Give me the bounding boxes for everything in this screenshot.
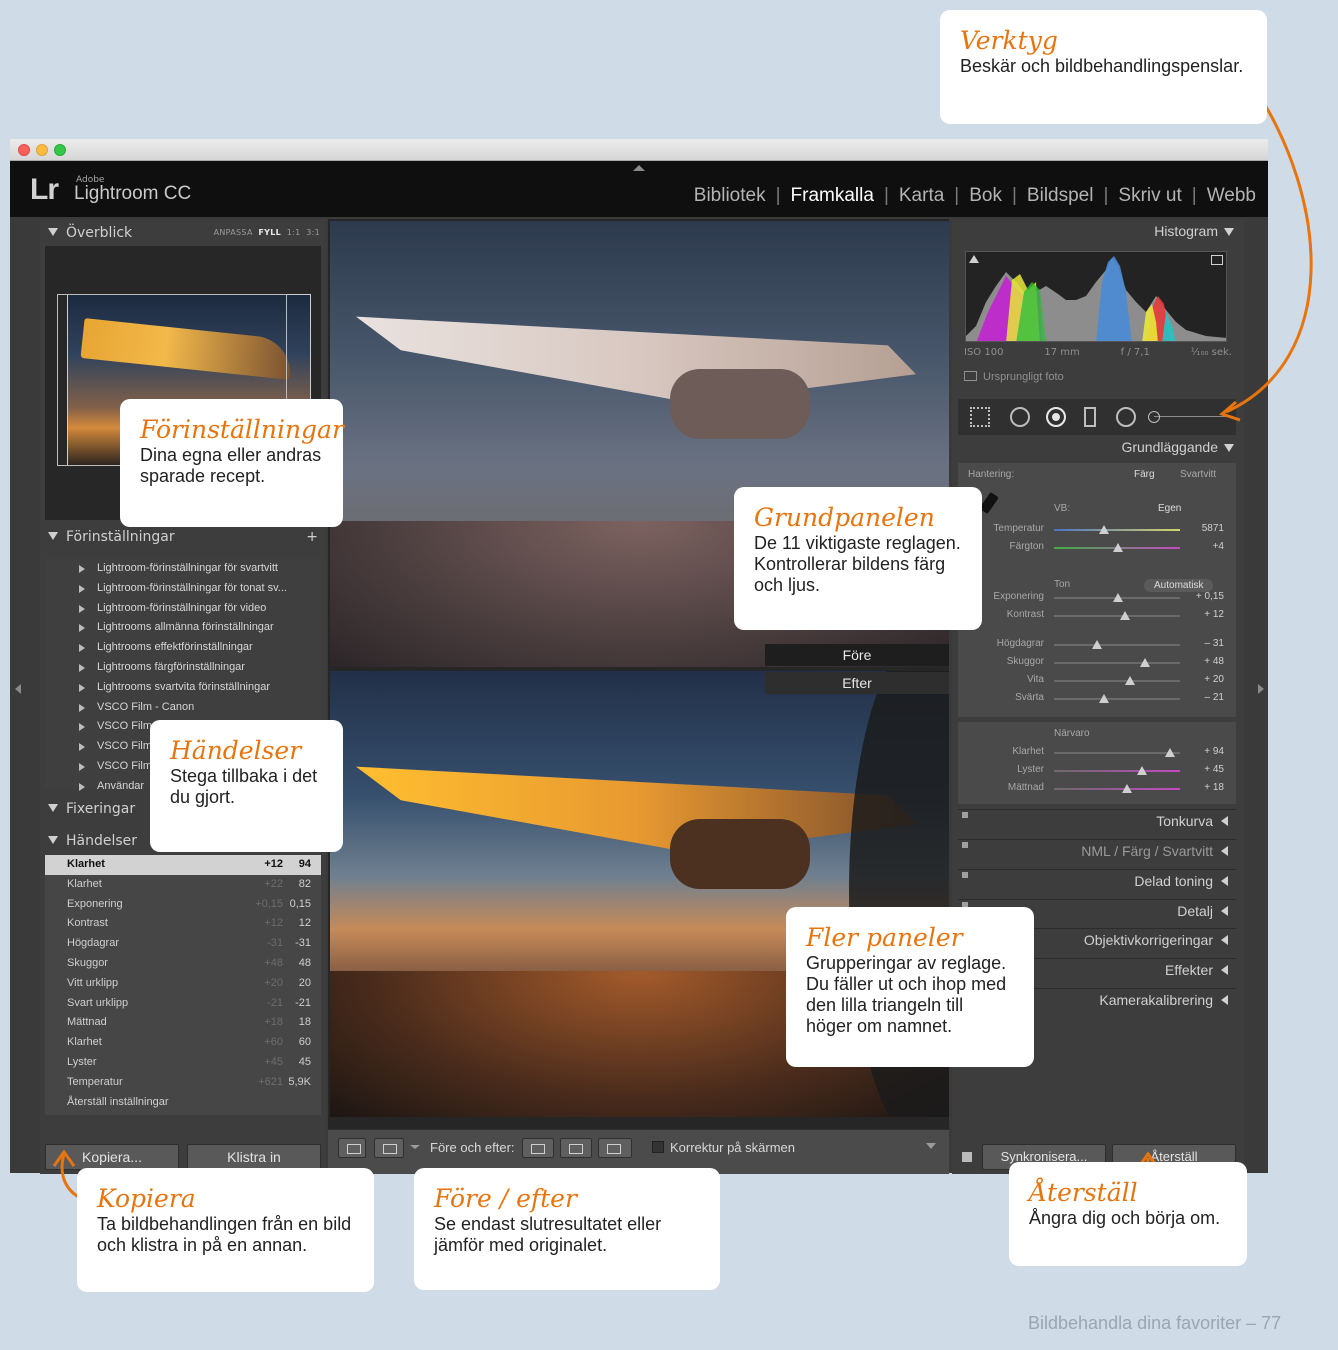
callout-body: Ångra dig och börja om.	[1029, 1208, 1221, 1228]
callout-handelser: Händelser Stega tillbaka i det du gjort.	[150, 720, 343, 852]
callout-body: De 11 viktigaste reglagen. Kontrollerar …	[754, 533, 961, 595]
callout-title: Före / efter	[434, 1184, 577, 1213]
callout-verktyg: Verktyg Beskär och bildbehandlingspensla…	[940, 10, 1267, 124]
callout-title: Kopiera	[97, 1184, 196, 1213]
callout-kopiera: Kopiera Ta bildbehandlingen från en bild…	[77, 1168, 374, 1292]
callout-arrows	[52, 83, 1313, 1204]
callout-grundpanelen: Grundpanelen De 11 viktigaste reglagen. …	[734, 487, 982, 630]
callout-body: Dina egna eller andras sparade recept.	[140, 445, 322, 486]
callout-forinstallningar: Förinställningar Dina egna eller andras …	[120, 399, 344, 527]
callout-body: Se endast slutresultatet eller jämför me…	[434, 1214, 662, 1255]
callout-title: Fler paneler	[806, 923, 963, 952]
callout-title: Grundpanelen	[754, 503, 935, 532]
callout-fore-efter: Före / efter Se endast slutresultatet el…	[414, 1168, 720, 1290]
callout-title: Återställ	[1029, 1178, 1138, 1207]
callout-aterstall: Återställ Ångra dig och börja om.	[1009, 1162, 1247, 1266]
page-footer: Bildbehandla dina favoriter – 77	[1028, 1313, 1282, 1333]
callout-title: Verktyg	[960, 26, 1058, 55]
callout-body: Grupperingar av reglage. Du fäller ut oc…	[806, 953, 1007, 1036]
callout-body: Beskär och bildbehandlingspenslar.	[960, 56, 1244, 76]
callout-title: Förinställningar	[140, 415, 344, 444]
callout-fler-paneler: Fler paneler Grupperingar av reglage. Du…	[786, 907, 1034, 1067]
callout-title: Händelser	[170, 736, 302, 765]
callout-body: Ta bildbehandlingen från en bild och kli…	[97, 1214, 352, 1255]
callout-body: Stega tillbaka i det du gjort.	[170, 766, 318, 807]
